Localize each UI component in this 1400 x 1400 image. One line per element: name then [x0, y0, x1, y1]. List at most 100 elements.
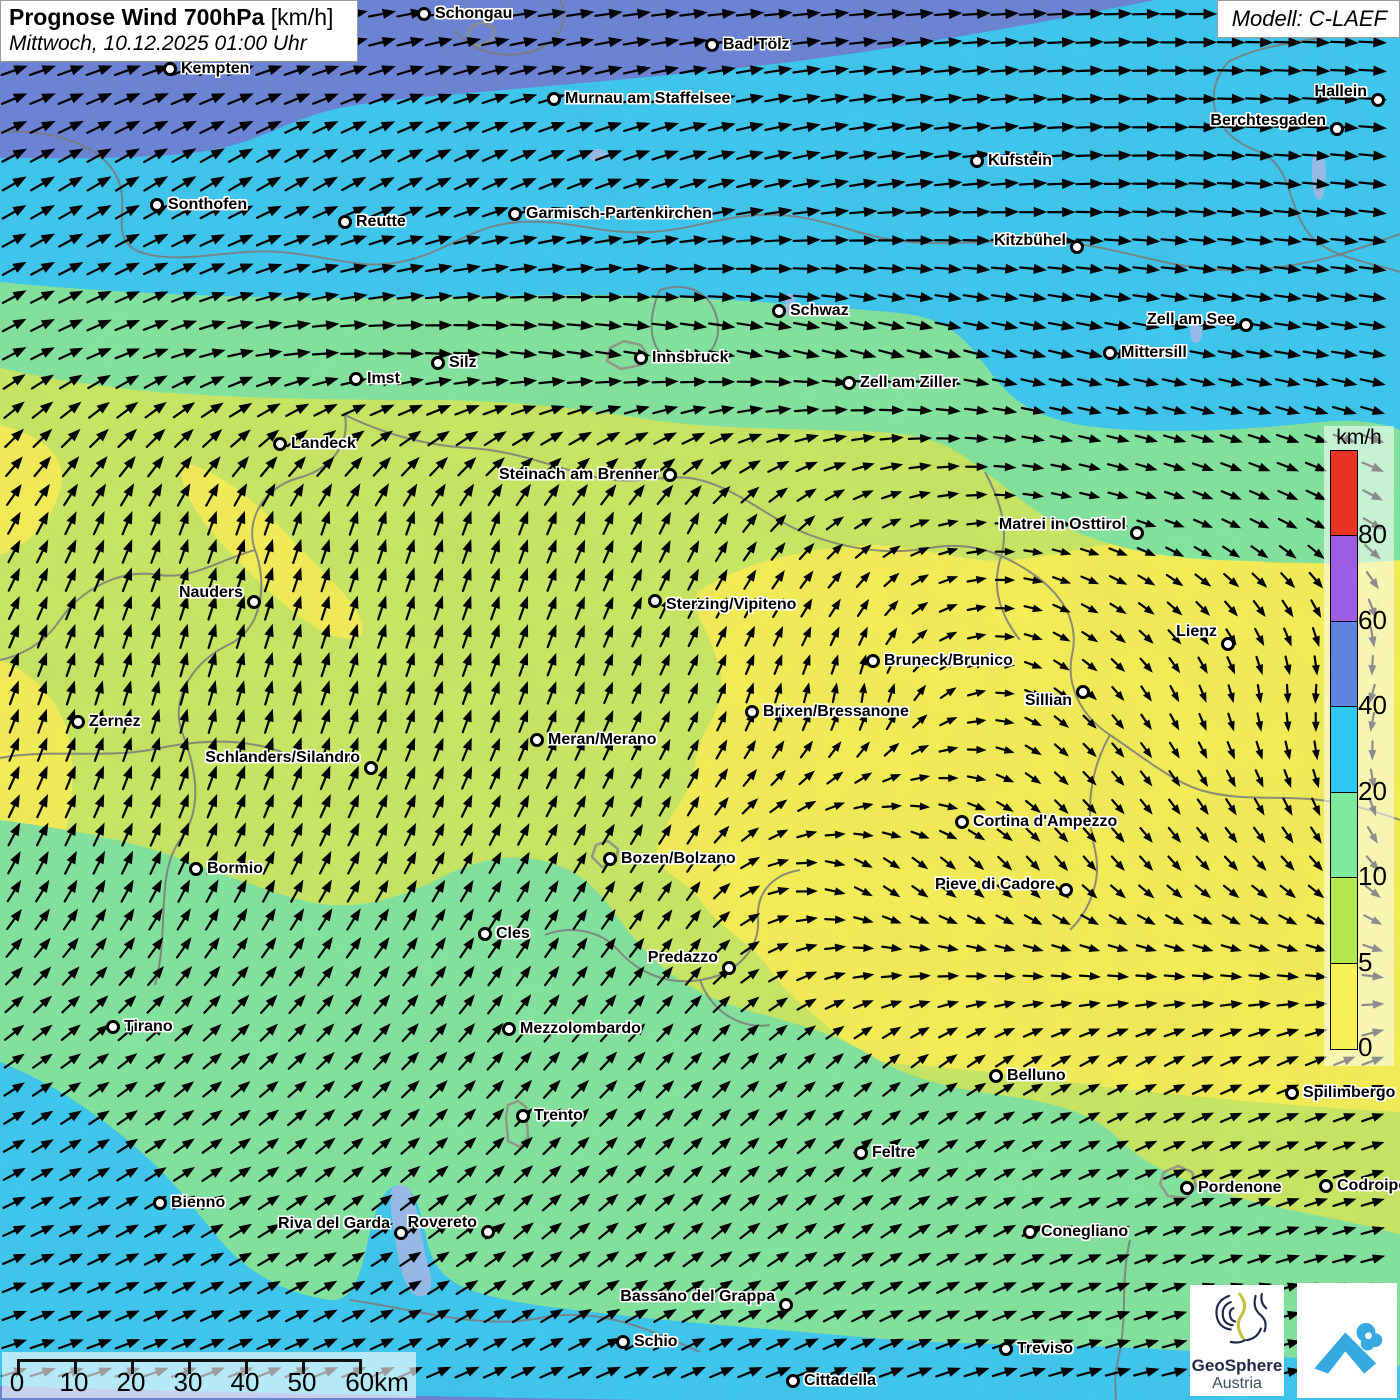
legend-segment: [1331, 536, 1357, 621]
city-dot: [431, 356, 445, 370]
legend-tick-label: 60: [1358, 607, 1387, 633]
city-name-label: Spilimbergo: [1303, 1083, 1395, 1103]
scale-label: 20: [117, 1367, 146, 1398]
city-dot: [150, 198, 164, 212]
city-name-label: Murnau am Staffelsee: [565, 89, 730, 109]
city-dot: [842, 376, 856, 390]
city-name-label: Kitzbühel: [994, 231, 1066, 251]
weather-map-page: Schongau Bad Tölz Kempten Murnau am Staffel…: [0, 0, 1400, 1400]
city-name-label: Cortina d'Ampezzo: [973, 812, 1117, 832]
city-name-label: Lienz: [1176, 622, 1217, 642]
city-dot: [349, 372, 363, 386]
city-name-label: Innsbruck: [652, 348, 728, 368]
city-dot: [1023, 1225, 1037, 1239]
city-dot: [1059, 883, 1073, 897]
city-name-label: Sonthofen: [168, 195, 247, 215]
legend-segment: [1331, 707, 1357, 792]
scale-label: 10: [60, 1367, 89, 1398]
city-name-label: Bozen/Bolzano: [621, 849, 736, 869]
city-name-label: Landeck: [291, 434, 356, 454]
city-name-label: Matrei in Osttirol: [999, 515, 1126, 535]
city-name-label: Mezzolombardo: [520, 1019, 641, 1039]
city-name-label: Bienno: [171, 1193, 225, 1213]
city-name-label: Meran/Merano: [548, 730, 656, 750]
city-name-label: Codroipo: [1337, 1176, 1400, 1196]
scale-label: 40: [231, 1367, 260, 1398]
city-dot: [1103, 346, 1117, 360]
city-name-label: Cittadella: [804, 1371, 876, 1391]
model-label: Modell: C-LAEF: [1217, 0, 1400, 38]
title-box: Prognose Wind 700hPa [km/h] Mittwoch, 10…: [0, 0, 358, 62]
city-name-label: Predazzo: [648, 948, 718, 968]
legend-segment: [1331, 878, 1357, 963]
city-dot: [394, 1226, 408, 1240]
city-dot: [1076, 685, 1090, 699]
city-name-label: Pordenone: [1198, 1178, 1282, 1198]
city-dot: [516, 1109, 530, 1123]
legend-tick-label: 5: [1358, 949, 1372, 975]
forecast-datetime: Mittwoch, 10.12.2025 01:00 Uhr: [9, 32, 349, 56]
geosphere-country: Austria: [1190, 1375, 1284, 1393]
city-dot: [634, 351, 648, 365]
city-dot: [663, 468, 677, 482]
city-dot: [722, 961, 736, 975]
city-dot: [779, 1298, 793, 1312]
city-dot: [530, 733, 544, 747]
city-name-label: Schlanders/Silandro: [205, 748, 360, 768]
city-dot: [970, 154, 984, 168]
title-unit: [km/h]: [264, 4, 333, 30]
scale-label: 60km: [345, 1367, 409, 1398]
wind-speed-legend: km/h 806040201050: [1324, 426, 1394, 1066]
city-name-label: Belluno: [1007, 1066, 1066, 1086]
legend-tick-label: 80: [1358, 521, 1387, 547]
city-name-label: Schongau: [435, 4, 512, 24]
city-dot: [1221, 637, 1235, 651]
city-dot: [866, 654, 880, 668]
city-dot: [1371, 93, 1385, 107]
legend-segment: [1331, 622, 1357, 707]
city-dot: [478, 927, 492, 941]
legend-tick-label: 0: [1358, 1034, 1372, 1060]
city-dot: [338, 215, 352, 229]
city-dot: [854, 1146, 868, 1160]
partner-logo: [1297, 1283, 1397, 1398]
scale-label: 30: [174, 1367, 203, 1398]
city-name-label: Bad Tölz: [723, 35, 790, 55]
city-name-label: Sillian: [1025, 691, 1072, 711]
city-dot: [786, 1374, 800, 1388]
legend-unit-label: km/h: [1324, 426, 1394, 450]
legend-segment: [1331, 964, 1357, 1049]
scale-label: 0: [10, 1367, 24, 1398]
city-name-label: Berchtesgaden: [1210, 111, 1326, 131]
city-dot: [71, 715, 85, 729]
legend-tick-label: 20: [1358, 778, 1387, 804]
city-dot: [189, 862, 203, 876]
legend-color-bar: [1330, 450, 1358, 1050]
city-name-label: Tirano: [124, 1017, 173, 1037]
city-dot: [955, 815, 969, 829]
city-dot: [1180, 1181, 1194, 1195]
city-dot: [1239, 318, 1253, 332]
city-dot: [745, 705, 759, 719]
city-name-label: Steinach am Brenner: [499, 465, 659, 485]
city-name-label: Feltre: [872, 1143, 916, 1163]
city-dot: [364, 761, 378, 775]
city-dot: [999, 1342, 1013, 1356]
city-dot: [247, 595, 261, 609]
city-name-label: Riva del Garda: [278, 1214, 390, 1234]
legend-segment: [1331, 793, 1357, 878]
city-dot: [153, 1196, 167, 1210]
city-dot: [648, 594, 662, 608]
legend-tick-label: 10: [1358, 863, 1387, 889]
geosphere-logo: GeoSphere Austria: [1190, 1285, 1284, 1396]
city-dot: [1130, 526, 1144, 540]
city-dot: [1330, 122, 1344, 136]
city-dot: [705, 38, 719, 52]
city-name-label: Zell am See: [1147, 310, 1235, 330]
city-name-label: Schio: [634, 1332, 678, 1352]
city-dot: [481, 1225, 495, 1239]
city-dot: [772, 304, 786, 318]
city-name-label: Kempten: [181, 59, 249, 79]
city-name-label: Trento: [534, 1106, 583, 1126]
map-scale-bar: 0102030405060km: [2, 1352, 416, 1398]
